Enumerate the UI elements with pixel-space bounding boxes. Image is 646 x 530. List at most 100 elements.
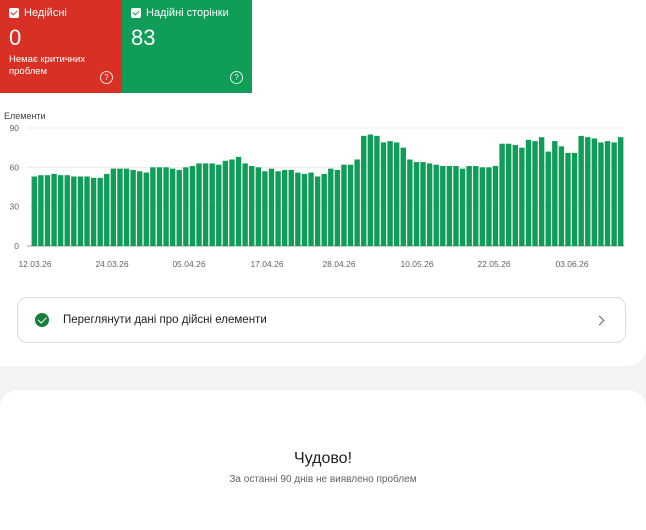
bar[interactable] bbox=[598, 142, 604, 246]
bar[interactable] bbox=[387, 141, 393, 246]
bar[interactable] bbox=[591, 138, 598, 246]
bar[interactable] bbox=[38, 175, 44, 246]
bar[interactable] bbox=[426, 163, 433, 246]
bar[interactable] bbox=[440, 166, 446, 246]
bar[interactable] bbox=[242, 163, 248, 246]
bar[interactable] bbox=[604, 141, 611, 246]
bar[interactable] bbox=[301, 173, 308, 246]
bar[interactable] bbox=[512, 145, 518, 246]
bar[interactable] bbox=[538, 137, 545, 246]
bar[interactable] bbox=[347, 164, 354, 246]
bar[interactable] bbox=[578, 135, 584, 246]
bar[interactable] bbox=[341, 164, 347, 246]
help-icon[interactable]: ? bbox=[230, 71, 243, 84]
bar[interactable] bbox=[314, 176, 321, 246]
bar[interactable] bbox=[328, 168, 334, 246]
bar[interactable] bbox=[123, 168, 130, 246]
bar[interactable] bbox=[137, 171, 143, 246]
bar[interactable] bbox=[268, 168, 275, 246]
invalid-card[interactable]: Недійсні 0 Немає критичних проблем ? bbox=[0, 0, 122, 93]
bar[interactable] bbox=[334, 169, 341, 246]
bar[interactable] bbox=[492, 166, 499, 246]
bar[interactable] bbox=[202, 163, 209, 246]
bar[interactable] bbox=[84, 176, 90, 246]
bar[interactable] bbox=[420, 162, 426, 246]
bar[interactable] bbox=[57, 175, 64, 246]
bar[interactable] bbox=[585, 137, 591, 246]
bar[interactable] bbox=[459, 168, 466, 246]
bar[interactable] bbox=[196, 163, 202, 246]
bar[interactable] bbox=[255, 167, 262, 246]
bar[interactable] bbox=[209, 163, 215, 246]
bar[interactable] bbox=[64, 175, 70, 246]
bar[interactable] bbox=[367, 134, 374, 246]
bar[interactable] bbox=[413, 162, 420, 246]
bar[interactable] bbox=[505, 143, 512, 246]
bar[interactable] bbox=[486, 167, 492, 246]
bar[interactable] bbox=[77, 176, 84, 246]
bar[interactable] bbox=[532, 141, 538, 246]
bar[interactable] bbox=[169, 168, 176, 246]
view-valid-items-link[interactable]: Переглянути дані про дійсні елементи bbox=[17, 297, 626, 343]
bar[interactable] bbox=[611, 142, 617, 246]
bar[interactable] bbox=[97, 177, 103, 246]
bar[interactable] bbox=[249, 166, 255, 246]
bar[interactable] bbox=[104, 173, 110, 246]
bar[interactable] bbox=[519, 147, 525, 246]
bar[interactable] bbox=[565, 152, 571, 246]
bar[interactable] bbox=[281, 169, 288, 246]
bar[interactable] bbox=[176, 169, 182, 246]
bar[interactable] bbox=[51, 173, 57, 246]
bar[interactable] bbox=[407, 159, 413, 246]
bar[interactable] bbox=[44, 175, 51, 246]
bar[interactable] bbox=[545, 151, 551, 246]
bar[interactable] bbox=[117, 168, 123, 246]
bar[interactable] bbox=[499, 143, 505, 246]
bar[interactable] bbox=[262, 171, 268, 246]
x-tick-label: 05.04.26 bbox=[172, 259, 205, 269]
bar[interactable] bbox=[156, 167, 163, 246]
bar[interactable] bbox=[479, 167, 486, 246]
checkbox-icon[interactable] bbox=[131, 8, 141, 18]
status-title: Чудово! bbox=[293, 450, 353, 467]
bar[interactable] bbox=[374, 135, 380, 246]
bar[interactable] bbox=[235, 156, 242, 246]
bar[interactable] bbox=[183, 167, 189, 246]
bar[interactable] bbox=[143, 172, 149, 246]
valid-card[interactable]: Надійні сторінки 83 ? bbox=[122, 0, 252, 93]
bar[interactable] bbox=[393, 142, 400, 246]
bar[interactable] bbox=[473, 166, 479, 246]
bar[interactable] bbox=[321, 173, 327, 246]
checkbox-icon[interactable] bbox=[9, 8, 19, 18]
bar[interactable] bbox=[380, 142, 387, 246]
bar[interactable] bbox=[453, 166, 459, 246]
bar[interactable] bbox=[90, 177, 97, 246]
bar[interactable] bbox=[466, 166, 472, 246]
bar[interactable] bbox=[130, 169, 136, 246]
bar[interactable] bbox=[525, 139, 532, 246]
bar[interactable] bbox=[433, 164, 439, 246]
bar[interactable] bbox=[110, 168, 117, 246]
bar[interactable] bbox=[288, 169, 294, 246]
valid-card-label: Надійні сторінки bbox=[146, 7, 229, 19]
bar[interactable] bbox=[222, 160, 229, 246]
bar[interactable] bbox=[400, 147, 406, 246]
bar[interactable] bbox=[571, 152, 578, 246]
bar[interactable] bbox=[189, 166, 196, 246]
bar[interactable] bbox=[446, 166, 453, 246]
bar[interactable] bbox=[558, 146, 565, 246]
bar[interactable] bbox=[552, 141, 558, 246]
bar[interactable] bbox=[31, 176, 37, 246]
bar[interactable] bbox=[275, 171, 281, 246]
help-icon[interactable]: ? bbox=[100, 71, 113, 84]
bar[interactable] bbox=[354, 159, 360, 246]
bar[interactable] bbox=[163, 167, 169, 246]
bar[interactable] bbox=[71, 176, 77, 246]
bar[interactable] bbox=[618, 137, 624, 246]
bar[interactable] bbox=[216, 164, 222, 246]
bar[interactable] bbox=[308, 172, 314, 246]
bar[interactable] bbox=[295, 172, 301, 246]
bar[interactable] bbox=[361, 135, 367, 246]
bar[interactable] bbox=[150, 167, 156, 246]
bar[interactable] bbox=[229, 159, 235, 246]
